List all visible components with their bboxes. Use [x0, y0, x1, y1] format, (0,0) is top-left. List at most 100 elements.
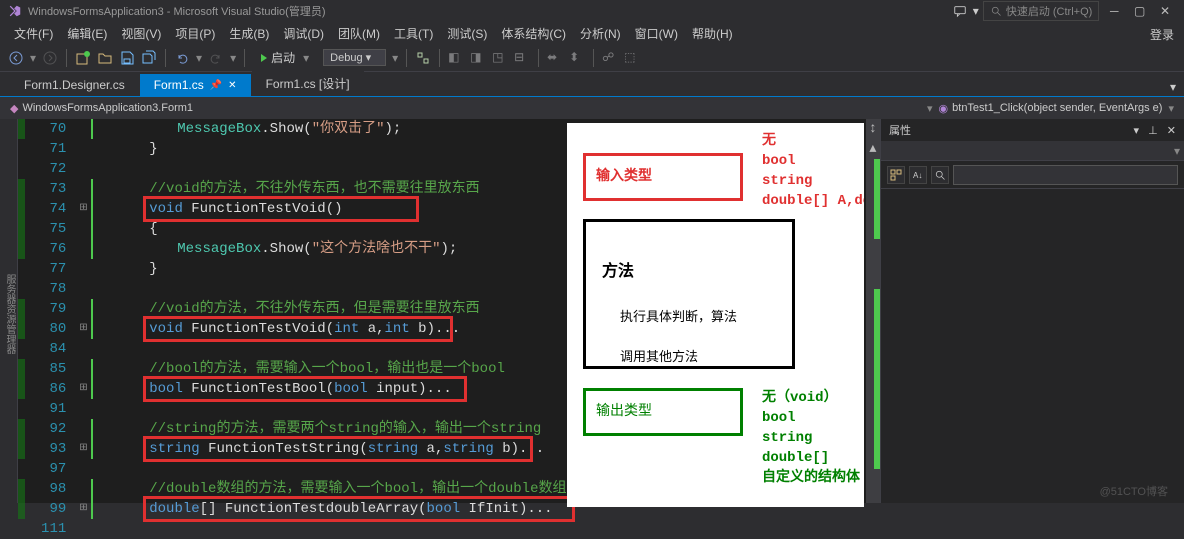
save-icon[interactable] [119, 50, 135, 66]
fold-toggle[interactable] [76, 479, 90, 499]
fold-toggle[interactable] [76, 299, 90, 319]
split-icon[interactable]: ↕ [866, 119, 880, 139]
fold-toggle[interactable] [76, 339, 90, 359]
fold-toggle[interactable] [76, 219, 90, 239]
fold-toggle[interactable] [76, 459, 90, 479]
code-line[interactable] [93, 279, 567, 299]
tb-ico-4[interactable]: ⊟ [514, 50, 530, 66]
redo-icon[interactable] [208, 50, 224, 66]
scroll-up-icon[interactable]: ▴ [866, 139, 880, 159]
menu-project[interactable]: 项目(P) [169, 23, 221, 44]
menu-tools[interactable]: 工具(T) [388, 23, 439, 44]
fold-toggle[interactable] [76, 179, 90, 199]
code-editor[interactable]: 7071727374757677787980848586919293979899… [18, 119, 880, 503]
menu-debug[interactable]: 调试(D) [277, 23, 330, 44]
menu-window[interactable]: 窗口(W) [629, 23, 684, 44]
code-line[interactable] [93, 339, 567, 359]
pin-icon[interactable]: 📌 [210, 80, 222, 91]
code-line[interactable] [93, 519, 567, 539]
fold-toggle[interactable] [76, 239, 90, 259]
maximize-button[interactable]: ▢ [1129, 4, 1151, 18]
menu-test[interactable]: 测试(S) [441, 23, 493, 44]
tb-ico-1[interactable]: ◧ [448, 50, 464, 66]
tb-ico-3[interactable]: ◳ [492, 50, 508, 66]
config-selector[interactable]: Debug ▾ [323, 49, 386, 66]
prop-object-dropdown[interactable]: ▾ [1174, 144, 1180, 158]
prop-alpha-icon[interactable]: A↓ [909, 166, 927, 184]
panel-close-icon[interactable]: ✕ [1167, 125, 1176, 137]
prop-search-input[interactable] [953, 165, 1178, 185]
code-line[interactable] [93, 159, 567, 179]
tb-ico-5[interactable]: ⬌ [547, 50, 563, 66]
quick-launch-input[interactable]: 快速启动 (Ctrl+Q) [983, 1, 1099, 21]
code-line[interactable]: //bool的方法，需要输入一个bool，输出也是一个bool [93, 359, 567, 379]
sidebar-server-explorer[interactable]: 服务器资源管理器 [0, 119, 18, 503]
save-all-icon[interactable] [141, 50, 157, 66]
code-line[interactable]: bool FunctionTestBool(bool input)... [93, 379, 567, 399]
code-line[interactable]: //void的方法，不往外传东西，但是需要往里放东西 [93, 299, 567, 319]
code-line[interactable]: { [93, 219, 567, 239]
fold-toggle[interactable] [76, 259, 90, 279]
code-line[interactable] [93, 459, 567, 479]
nav-fwd-icon[interactable] [42, 50, 58, 66]
tb-ico-6[interactable]: ⬍ [569, 50, 585, 66]
fold-toggle[interactable] [76, 119, 90, 139]
panel-dropdown-icon[interactable]: ▾ [1134, 125, 1140, 137]
code-line[interactable]: void FunctionTestVoid(int a,int b)... [93, 319, 567, 339]
code-line[interactable]: //double数组的方法，需要输入一个bool，输出一个double数组 [93, 479, 567, 499]
editor-overview-ruler[interactable]: ↕ ▴ [866, 119, 880, 503]
close-button[interactable]: ✕ [1154, 4, 1176, 18]
menu-arch[interactable]: 体系结构(C) [495, 23, 572, 44]
tab-code[interactable]: Form1.cs📌✕ [140, 74, 251, 96]
tabs-overflow[interactable]: ▾ [1162, 78, 1184, 96]
tb-ico-8[interactable]: ⬚ [624, 50, 640, 66]
tb-ico-7[interactable]: ☍ [602, 50, 618, 66]
prop-search-icon[interactable] [931, 166, 949, 184]
fold-toggle[interactable] [76, 399, 90, 419]
menu-view[interactable]: 视图(V) [115, 23, 167, 44]
menu-team[interactable]: 团队(M) [332, 23, 386, 44]
fold-toggle[interactable]: ⊞ [76, 199, 90, 219]
code-line[interactable]: string FunctionTestString(string a,strin… [93, 439, 567, 459]
tab-design[interactable]: Form1.cs [设计] [252, 71, 364, 96]
feedback-icon[interactable] [953, 4, 967, 18]
code-line[interactable]: MessageBox.Show("这个方法啥也不干"); [93, 239, 567, 259]
fold-toggle[interactable] [76, 359, 90, 379]
fold-toggle[interactable] [76, 159, 90, 179]
code-line[interactable]: //void的方法，不往外传东西，也不需要往里放东西 [93, 179, 567, 199]
open-file-icon[interactable] [97, 50, 113, 66]
undo-icon[interactable] [174, 50, 190, 66]
feedback-dropdown[interactable]: ▾ [973, 4, 979, 18]
fold-toggle[interactable] [76, 279, 90, 299]
code-line[interactable]: //string的方法，需要两个string的输入，输出一个string [93, 419, 567, 439]
code-line[interactable]: } [93, 139, 567, 159]
login-link[interactable]: 登录 [1150, 26, 1174, 43]
tab-designer[interactable]: Form1.Designer.cs [10, 74, 139, 96]
fold-toggle[interactable]: ⊞ [76, 499, 90, 519]
code-line[interactable]: void FunctionTestVoid() [93, 199, 567, 219]
crumb-class[interactable]: ◆ WindowsFormsApplication3.Form1 [10, 102, 193, 115]
code-line[interactable]: double[] FunctionTestdoubleArray(bool If… [93, 499, 567, 519]
fold-toggle[interactable]: ⊞ [76, 379, 90, 399]
menu-help[interactable]: 帮助(H) [686, 23, 739, 44]
tb-ico-2[interactable]: ◨ [470, 50, 486, 66]
code-line[interactable]: MessageBox.Show("你双击了"); [93, 119, 567, 139]
close-icon[interactable]: ✕ [228, 80, 236, 91]
minimize-button[interactable]: ─ [1103, 4, 1125, 18]
menu-file[interactable]: 文件(F) [8, 23, 59, 44]
menu-build[interactable]: 生成(B) [223, 23, 275, 44]
menu-analyze[interactable]: 分析(N) [574, 23, 627, 44]
panel-pin-icon[interactable]: ⊥ [1148, 125, 1158, 137]
menu-edit[interactable]: 编辑(E) [61, 23, 113, 44]
fold-toggle[interactable] [76, 139, 90, 159]
new-project-icon[interactable] [75, 50, 91, 66]
prop-categorized-icon[interactable] [887, 166, 905, 184]
start-button[interactable]: 启动▾ [253, 47, 317, 68]
fold-toggle[interactable] [76, 519, 90, 539]
fold-toggle[interactable]: ⊞ [76, 319, 90, 339]
fold-toggle[interactable]: ⊞ [76, 439, 90, 459]
crumb-method[interactable]: ◉ btnTest1_Click(object sender, EventArg… [939, 102, 1163, 115]
code-line[interactable]: } [93, 259, 567, 279]
code-line[interactable] [93, 399, 567, 419]
nav-back-icon[interactable] [8, 50, 24, 66]
